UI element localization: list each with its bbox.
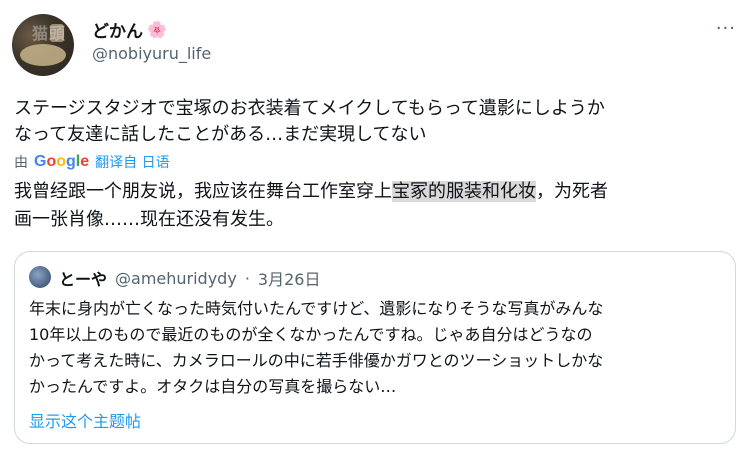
quoted-text-line: 10年以上のもので最近のものが全くなかったんですね。じゃあ自分はどうなの <box>29 325 593 344</box>
quoted-tweet-card[interactable]: とーや @amehuridydy · 3月26日 年末に身内が亡くなった時気付い… <box>14 251 736 444</box>
avatar-watermark: 猫頭 <box>32 24 67 43</box>
sakura-emoji-icon: 🌸 <box>147 20 167 39</box>
translated-text-line: 画一张肖像……现在还没有发生。 <box>14 209 284 230</box>
translation-attribution: 由 Google 翻译自 日语 <box>14 152 170 172</box>
more-options-icon[interactable]: ··· <box>716 18 736 39</box>
author-display-name[interactable]: どかん 🌸 <box>92 17 167 42</box>
translated-by-label: 由 <box>14 155 28 171</box>
author-handle[interactable]: @nobiyuru_life <box>92 44 211 63</box>
quoted-author-name: とーや <box>59 270 108 289</box>
quoted-tweet-text: 年末に身内が亡くなった時気付いたんですけど、遺影になりそうな写真がみんな 10年… <box>29 296 719 400</box>
google-logo-icon[interactable]: Google <box>34 153 89 171</box>
quoted-author-avatar <box>29 266 51 288</box>
quoted-text-line: かって考えた時に、カメラロールの中に若手俳優かガワとのツーショットしかな <box>29 351 604 370</box>
translated-from-link[interactable]: 翻译自 日语 <box>95 152 169 172</box>
author-avatar[interactable]: 猫頭 <box>12 14 74 76</box>
quoted-author-handle: @amehuridydy <box>115 268 237 288</box>
quoted-text-line: かったんですよ。オタクは自分の写真を撮らない… <box>29 377 397 396</box>
tweet-text: ステージスタジオで宝塚のお衣装着てメイクしてもらって遺影にしようか なって友達に… <box>14 96 734 148</box>
translated-text: 我曾经跟一个朋友说，我应该在舞台工作室穿上宝冢的服装和化妆，为死者 画一张肖像…… <box>14 178 734 234</box>
quoted-tweet-date: 3月26日 <box>257 270 321 289</box>
translated-text-line: 我曾经跟一个朋友说，我应该在舞台工作室穿上宝冢的服装和化妆，为死者 <box>14 181 608 202</box>
quoted-text-line: 年末に身内が亡くなった時気付いたんですけど、遺影になりそうな写真がみんな <box>29 299 604 318</box>
avatar-plate <box>20 44 66 66</box>
tweet-text-line: なって友達に話したことがある…まだ実現してない <box>14 124 427 145</box>
meta-separator: · <box>244 268 250 288</box>
quoted-tweet-header: とーや @amehuridydy · 3月26日 <box>59 266 320 290</box>
highlighted-text: 宝冢的服装和化妆 <box>392 181 536 202</box>
show-thread-link[interactable]: 显示这个主题帖 <box>29 408 141 432</box>
author-name-text: どかん <box>92 22 143 42</box>
tweet-text-line: ステージスタジオで宝塚のお衣装着てメイクしてもらって遺影にしようか <box>14 98 605 119</box>
